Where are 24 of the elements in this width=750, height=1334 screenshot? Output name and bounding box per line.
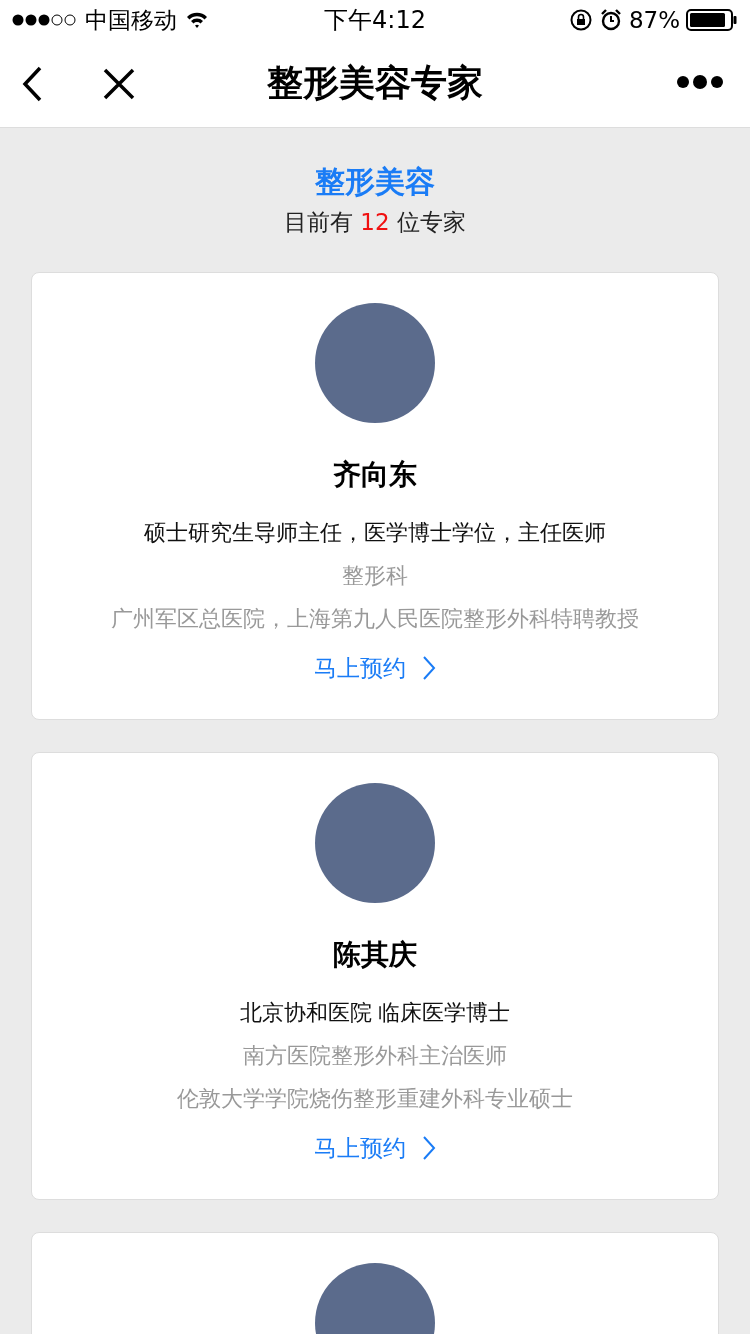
section-title: 整形美容 bbox=[314, 163, 436, 201]
battery-icon bbox=[686, 8, 738, 32]
wifi-icon bbox=[185, 11, 209, 29]
status-time: 下午4:12 bbox=[324, 5, 426, 36]
expert-name: 陈其庆 bbox=[333, 937, 417, 973]
page-title: 整形美容专家 bbox=[267, 61, 483, 105]
battery-percent: 87% bbox=[628, 7, 680, 33]
more-icon[interactable] bbox=[676, 73, 724, 90]
expert-description: 广州军区总医院，上海第九人民医院整形外科特聘教授 bbox=[111, 605, 639, 633]
expert-department: 南方医院整形外科主治医师 bbox=[243, 1042, 507, 1070]
expert-description: 伦敦大学学院烧伤整形重建外科专业硕士 bbox=[177, 1085, 573, 1113]
expert-title: 硕士研究生导师主任，医学博士学位，主任医师 bbox=[144, 519, 606, 547]
close-icon[interactable] bbox=[102, 66, 136, 101]
book-now-link[interactable]: 马上预约 bbox=[314, 646, 436, 690]
expert-title: 北京协和医院 临床医学博士 bbox=[239, 999, 511, 1027]
rotation-lock-icon bbox=[568, 8, 593, 32]
expert-department: 整形科 bbox=[342, 562, 408, 590]
chevron-right-icon bbox=[422, 655, 436, 681]
carrier-name: 中国移动 bbox=[85, 5, 177, 35]
chevron-right-icon bbox=[422, 1135, 436, 1161]
expert-name: 齐向东 bbox=[333, 457, 417, 493]
expert-count-text: 目前有 12 位专家 bbox=[284, 208, 466, 237]
book-now-link[interactable]: 马上预约 bbox=[314, 1126, 436, 1170]
signal-icon bbox=[12, 13, 77, 27]
